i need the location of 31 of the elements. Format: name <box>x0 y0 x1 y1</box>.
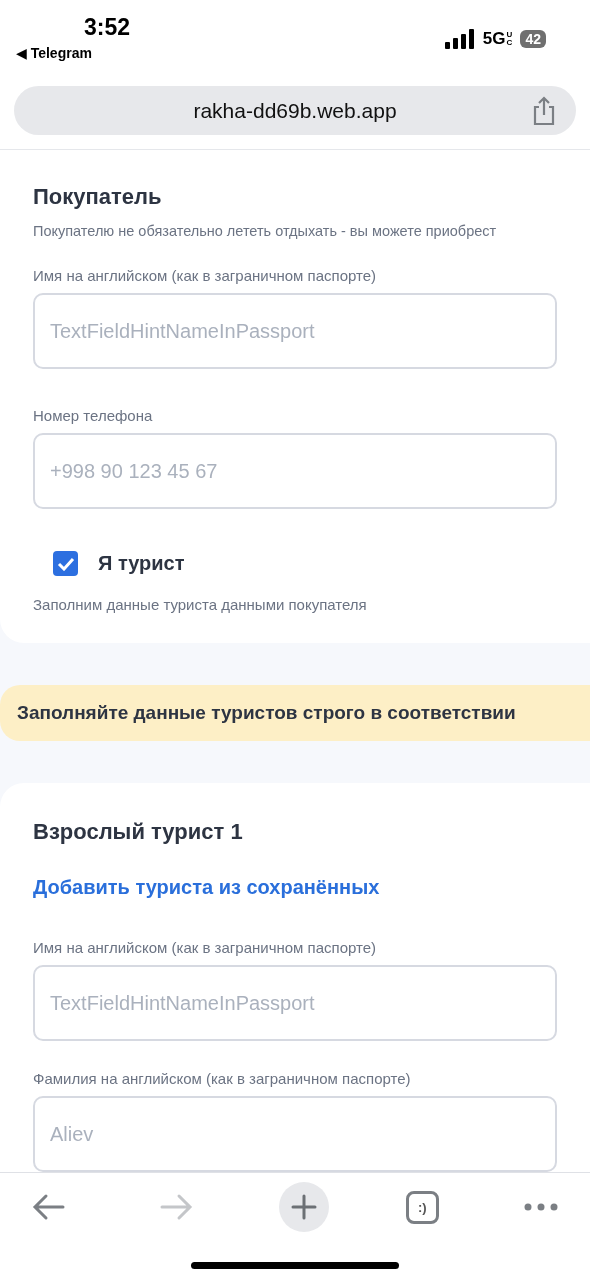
new-tab-button[interactable] <box>278 1182 329 1232</box>
checkmark-icon <box>56 556 75 571</box>
field-label: Имя на английском (как в заграничном паспорте) <box>33 267 378 284</box>
signal-icon <box>444 29 475 49</box>
input-field[interactable]: Aliev <box>33 1096 557 1172</box>
share-icon <box>531 96 557 126</box>
field-label: Фамилия на английском (как в заграничном паспорте) <box>33 1070 412 1087</box>
network-sub-label: UC <box>506 31 513 47</box>
tabs-button[interactable]: :) <box>405 1190 439 1224</box>
field-label: Номер телефона <box>33 407 154 424</box>
input-field[interactable]: TextFieldHintNameInPassport <box>33 293 557 369</box>
clock: 3:52 <box>84 14 131 41</box>
network-label: 5G <box>482 29 506 49</box>
input-field[interactable]: TextFieldHintNameInPassport <box>33 965 557 1041</box>
card-title: Покупатель <box>33 184 163 210</box>
checkbox[interactable] <box>53 551 78 576</box>
field-label: Имя на английском (как в заграничном паспорте) <box>33 939 378 956</box>
notice-text: Заполняйте данные туристов строго в соответствии <box>17 702 516 724</box>
battery-indicator: 42 <box>520 30 546 48</box>
checkbox-label: Я турист <box>98 552 185 575</box>
plus-icon <box>290 1194 317 1220</box>
card-subtitle: Покупателю не обязательно лететь отдыхать - вы можете приобрест <box>33 223 498 239</box>
hint-text: Заполним данные туриста данными покупателя <box>33 596 368 613</box>
add-saved-tourist-link[interactable]: Добавить туриста из сохранённых <box>33 876 380 899</box>
card-title: Взрослый турист 1 <box>33 819 244 845</box>
url-text: rakha-dd69b.web.app <box>193 98 397 123</box>
forward-arrow-icon <box>159 1193 194 1221</box>
address-bar[interactable]: rakha-dd69b.web.app <box>14 86 576 135</box>
input-field[interactable]: +998 90 123 45 67 <box>33 433 557 509</box>
back-to-app-link[interactable]: ◀ Telegram <box>16 45 92 61</box>
back-arrow-icon <box>32 1193 66 1221</box>
